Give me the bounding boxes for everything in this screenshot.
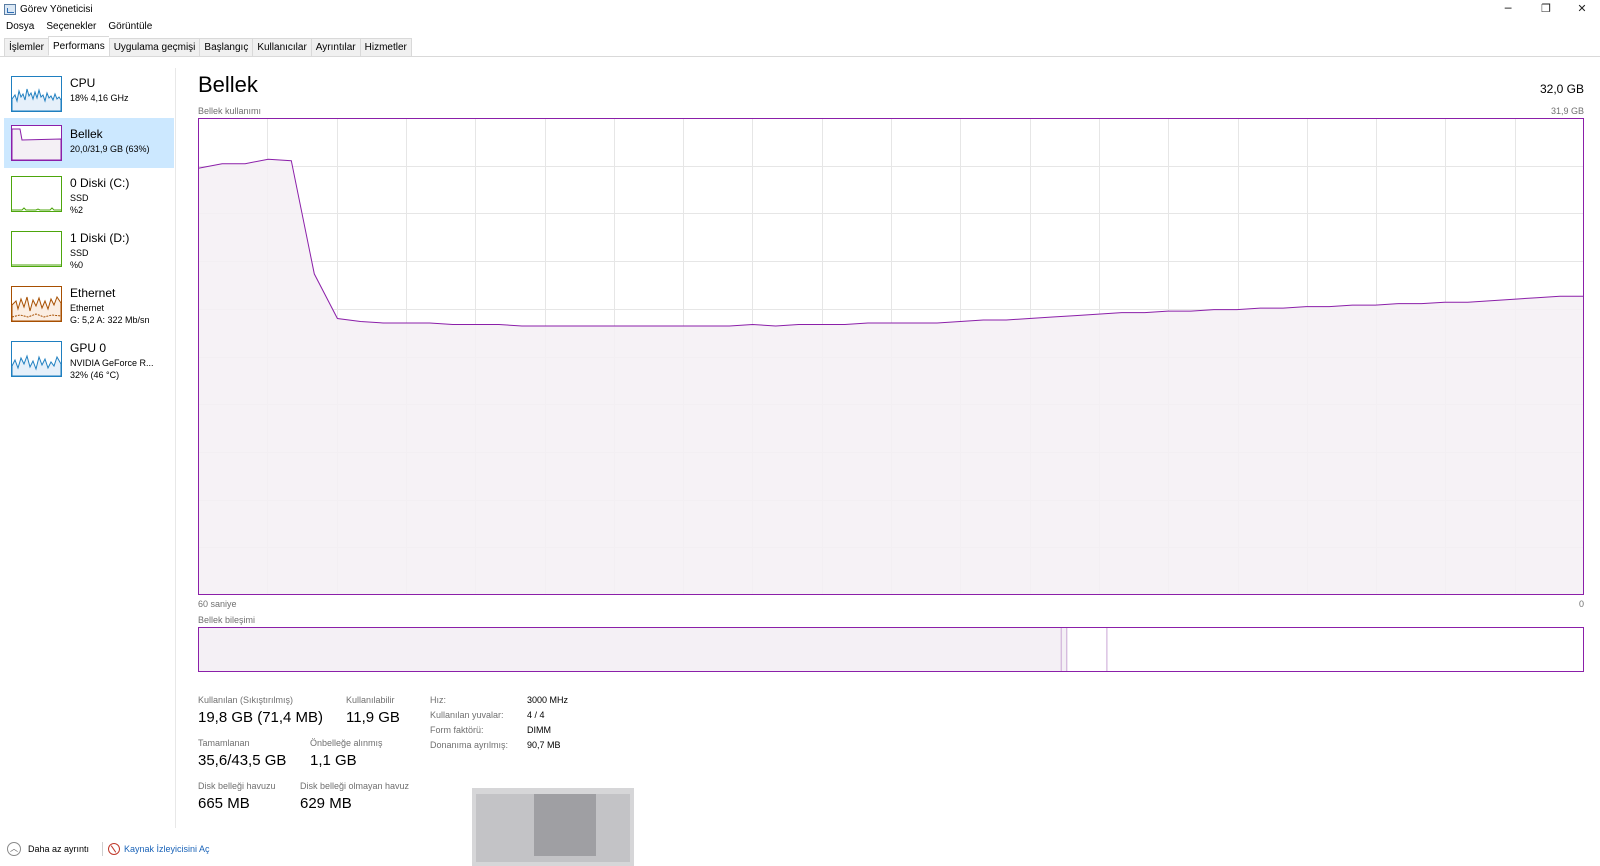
cpu-thumbnail-graph xyxy=(11,76,62,112)
menu-bar: Dosya Seçenekler Görüntüle xyxy=(0,20,158,36)
sidebar-title: 1 Diski (D:) xyxy=(70,231,130,245)
memory-thumbnail-graph xyxy=(11,125,62,161)
usage-graph-label: Bellek kullanımı xyxy=(198,106,262,116)
hardware-reserved-value: 90,7 MB xyxy=(527,740,561,750)
sidebar-item-ethernet[interactable]: Ethernet Ethernet G: 5,2 A: 322 Mb/sn xyxy=(4,282,174,334)
tab-details[interactable]: Ayrıntılar xyxy=(310,38,360,57)
sidebar-title: CPU xyxy=(70,76,96,90)
sidebar-detail: 32% (46 °C) xyxy=(70,370,120,380)
sidebar-detail: 20,0/31,9 GB (63%) xyxy=(70,144,150,154)
slots-value: 4 / 4 xyxy=(527,710,545,720)
minimize-button[interactable]: ─ xyxy=(1490,0,1526,18)
page-title: Bellek xyxy=(198,72,258,97)
sidebar-detail: NVIDIA GeForce R... xyxy=(70,358,154,368)
memory-usage-chart xyxy=(198,118,1584,595)
committed-value: 35,6/43,5 GB xyxy=(198,752,287,769)
task-manager-window: Görev Yöneticisi ─ ❐ ✕ Dosya Seçenekler … xyxy=(0,0,1600,866)
total-memory-label: 32,0 GB xyxy=(1539,82,1584,96)
composition-in-use-segment xyxy=(199,628,1062,671)
nonpaged-pool-label: Disk belleği olmayan havuz xyxy=(300,781,410,791)
tab-users[interactable]: Kullanıcılar xyxy=(252,38,311,57)
resource-monitor-icon[interactable] xyxy=(108,843,120,855)
usage-graph-max-label: 31,9 GB xyxy=(1550,106,1584,116)
close-button[interactable]: ✕ xyxy=(1564,0,1600,18)
sidebar-detail: SSD xyxy=(70,193,89,203)
cached-value: 1,1 GB xyxy=(310,752,357,769)
disk-c-thumbnail-graph xyxy=(11,176,62,212)
composition-label: Bellek bileşimi xyxy=(198,615,256,625)
time-axis-end-label: 0 xyxy=(1578,599,1584,609)
restore-button[interactable]: ❐ xyxy=(1528,0,1564,18)
sidebar-title: 0 Diski (C:) xyxy=(70,176,130,190)
gpu-thumbnail-graph xyxy=(11,341,62,377)
sidebar-detail: G: 5,2 A: 322 Mb/sn xyxy=(70,315,150,325)
slots-label: Kullanılan yuvalar: xyxy=(430,710,504,720)
open-resource-monitor-link[interactable]: Kaynak İzleyicisini Aç xyxy=(124,844,210,854)
cached-label: Önbelleğe alınmış xyxy=(310,738,383,748)
nonpaged-pool-value: 629 MB xyxy=(300,795,352,812)
hardware-reserved-label: Donanıma ayrılmış: xyxy=(430,740,509,750)
tab-performance[interactable]: Performans xyxy=(48,36,109,56)
chevron-up-icon[interactable]: ︿ xyxy=(7,842,21,856)
sidebar-item-memory[interactable]: Bellek 20,0/31,9 GB (63%) xyxy=(4,118,174,168)
sidebar-detail: %0 xyxy=(70,260,84,270)
tab-services[interactable]: Hizmetler xyxy=(359,38,412,57)
committed-label: Tamamlanan xyxy=(198,738,250,748)
window-title: Görev Yöneticisi xyxy=(20,4,93,15)
in-use-label: Kullanılan (Sıkıştırılmış) xyxy=(198,695,294,705)
time-axis-start-label: 60 saniye xyxy=(198,599,237,609)
speed-label: Hız: xyxy=(430,695,447,705)
menu-file[interactable]: Dosya xyxy=(0,20,40,36)
tab-app-history[interactable]: Uygulama geçmişi xyxy=(108,38,200,57)
menu-options[interactable]: Seçenekler xyxy=(40,20,102,36)
in-use-value: 19,8 GB (71,4 MB) xyxy=(198,709,324,726)
menu-view[interactable]: Görüntüle xyxy=(102,20,158,36)
fewer-details-button[interactable]: Daha az ayrıntı xyxy=(28,844,89,854)
form-factor-value: DIMM xyxy=(527,725,551,735)
sidebar-item-disk-d[interactable]: 1 Diski (D:) SSD %0 xyxy=(4,227,174,279)
title-bar: Görev Yöneticisi ─ ❐ ✕ xyxy=(0,0,1600,20)
ethernet-thumbnail-graph xyxy=(11,286,62,322)
memory-composition-bar xyxy=(198,627,1584,672)
tab-processes[interactable]: İşlemler xyxy=(4,38,49,57)
sidebar-detail: 18% 4,16 GHz xyxy=(70,93,129,103)
sidebar-item-gpu[interactable]: GPU 0 NVIDIA GeForce R... 32% (46 °C) xyxy=(4,337,174,389)
paged-pool-label: Disk belleği havuzu xyxy=(198,781,276,791)
sidebar-detail: Ethernet xyxy=(70,303,105,313)
task-manager-icon xyxy=(4,4,16,15)
sidebar-item-disk-c[interactable]: 0 Diski (C:) SSD %2 xyxy=(4,172,174,224)
speed-value: 3000 MHz xyxy=(527,695,569,705)
sidebar-title: Ethernet xyxy=(70,286,116,300)
sidebar-detail: %2 xyxy=(70,205,84,215)
composition-modified-segment xyxy=(1061,628,1067,671)
performance-sidebar: CPU 18% 4,16 GHz Bellek 20,0/31,9 GB (63… xyxy=(0,68,176,828)
footer-bar: ︿ Daha az ayrıntı Kaynak İzleyicisini Aç xyxy=(0,840,1600,860)
tab-bar: İşlemler Performans Uygulama geçmişi Baş… xyxy=(0,36,1600,57)
sidebar-title: Bellek xyxy=(70,127,103,141)
available-value: 11,9 GB xyxy=(346,709,400,726)
sidebar-title: GPU 0 xyxy=(70,341,107,355)
sidebar-detail: SSD xyxy=(70,248,89,258)
available-label: Kullanılabilir xyxy=(346,695,395,705)
disk-d-thumbnail-graph xyxy=(11,231,62,267)
footer-divider xyxy=(102,842,103,856)
tab-startup[interactable]: Başlangıç xyxy=(199,38,253,57)
sidebar-item-cpu[interactable]: CPU 18% 4,16 GHz xyxy=(4,72,174,116)
paged-pool-value: 665 MB xyxy=(198,795,250,812)
form-factor-label: Form faktörü: xyxy=(430,725,484,735)
